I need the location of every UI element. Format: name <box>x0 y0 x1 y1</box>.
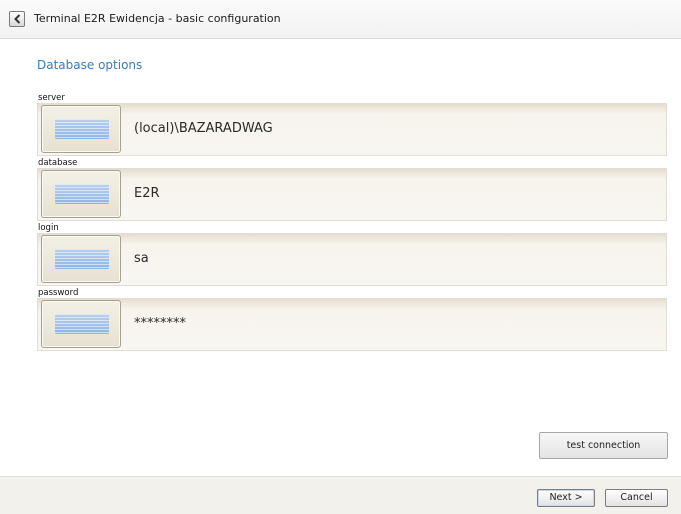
database-value[interactable]: E2R <box>134 186 160 201</box>
window-title: Terminal E2R Ewidencja - basic configura… <box>34 12 281 25</box>
keyboard-icon <box>55 184 109 204</box>
password-label: password <box>38 288 79 298</box>
server-value[interactable]: (local)\BAZARADWAG <box>134 121 273 136</box>
login-label: login <box>38 223 59 233</box>
password-value[interactable]: ******** <box>134 316 186 331</box>
password-field-group: password ******** <box>37 288 667 352</box>
server-field-group: server (local)\BAZARADWAG <box>37 93 667 157</box>
database-panel: E2R <box>37 168 667 221</box>
server-keyboard-button[interactable] <box>41 105 121 153</box>
next-button[interactable]: Next > <box>537 489 595 507</box>
back-button[interactable] <box>9 11 25 27</box>
keyboard-icon <box>55 314 109 334</box>
password-keyboard-button[interactable] <box>41 300 121 348</box>
keyboard-icon <box>55 119 109 139</box>
login-keyboard-button[interactable] <box>41 235 121 283</box>
footer-bar: Next > Cancel <box>0 476 681 514</box>
chevron-left-icon <box>14 14 21 24</box>
database-field-group: database E2R <box>37 158 667 222</box>
test-connection-button[interactable]: test connection <box>539 432 668 459</box>
cancel-button[interactable]: Cancel <box>605 489 668 507</box>
server-label: server <box>38 93 65 103</box>
section-title: Database options <box>37 58 143 72</box>
database-label: database <box>38 158 78 168</box>
database-keyboard-button[interactable] <box>41 170 121 218</box>
login-field-group: login sa <box>37 223 667 287</box>
server-panel: (local)\BAZARADWAG <box>37 103 667 156</box>
login-value[interactable]: sa <box>134 251 149 266</box>
password-panel: ******** <box>37 298 667 351</box>
login-panel: sa <box>37 233 667 286</box>
keyboard-icon <box>55 249 109 269</box>
title-bar: Terminal E2R Ewidencja - basic configura… <box>0 0 681 39</box>
